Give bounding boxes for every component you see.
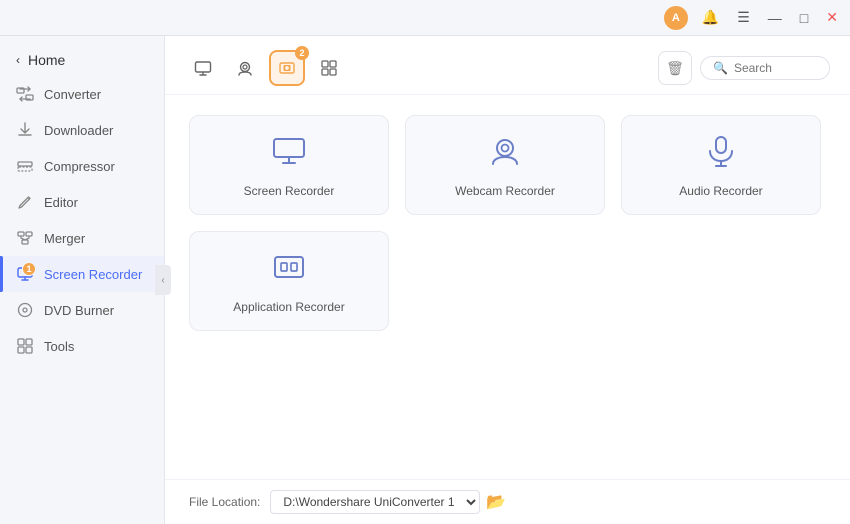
application-recorder-card-icon [271,249,307,292]
footer: File Location: D:\Wondershare UniConvert… [165,479,850,524]
audio-recorder-card-label: Audio Recorder [679,184,762,198]
sidebar-item-merger[interactable]: Merger [0,220,164,256]
menu-button[interactable]: ☰ [733,7,754,28]
card-screen-recorder[interactable]: Screen Recorder [189,115,389,215]
downloader-icon [16,121,34,139]
dvd-burner-icon [16,301,34,319]
sidebar-item-screen-recorder[interactable]: Screen Recorder 1 [0,256,164,292]
sidebar-item-converter[interactable]: Converter [0,76,164,112]
footer-path: D:\Wondershare UniConverter 1 📂 [270,490,506,514]
folder-open-button[interactable]: 📂 [486,492,506,512]
search-box: 🔍 [700,56,830,80]
cards-area: Screen Recorder Webcam Recorder Audio Reco… [165,95,850,479]
sidebar-item-tools[interactable]: Tools [0,328,164,364]
screen-recorder-card-label: Screen Recorder [244,184,335,198]
toolbar-grid-button[interactable] [311,50,347,86]
cards-row-2: Application Recorder [189,231,826,331]
sidebar-item-compressor[interactable]: Compressor [0,148,164,184]
sidebar-item-dvd-burner[interactable]: DVD Burner [0,292,164,328]
merger-icon [16,229,34,247]
cards-row-1: Screen Recorder Webcam Recorder Audio Reco… [189,115,826,215]
maximize-button[interactable]: □ [796,8,812,28]
path-select[interactable]: D:\Wondershare UniConverter 1 [270,490,480,514]
editor-icon [16,193,34,211]
sidebar-item-label: DVD Burner [44,303,114,318]
sidebar-item-label: Screen Recorder [44,267,142,282]
sidebar-item-label: Compressor [44,159,115,174]
audio-recorder-card-icon [703,133,739,176]
toolbar: 2 🗑 🔍 [165,36,850,95]
screen-recorder-card-icon [271,133,307,176]
tools-icon [16,337,34,355]
toolbar-tools: 2 [185,50,347,86]
sidebar: ‹ Home Converter Downloader Compressor Edit… [0,36,165,524]
sidebar-item-label: Downloader [44,123,113,138]
compressor-icon [16,157,34,175]
sidebar-item-label: Editor [44,195,78,210]
delete-button[interactable]: 🗑 [658,51,692,85]
sidebar-item-downloader[interactable]: Downloader [0,112,164,148]
toolbar-webcam-button[interactable] [227,50,263,86]
close-button[interactable]: ✕ [822,7,842,28]
sidebar-home[interactable]: ‹ Home [0,44,164,76]
sidebar-item-editor[interactable]: Editor [0,184,164,220]
chevron-left-icon: ‹ [16,53,20,67]
toolbar-tool-badge: 2 [295,46,309,60]
sidebar-item-label: Tools [44,339,74,354]
home-label: Home [28,52,65,68]
toolbar-app-recorder-button[interactable]: 2 [269,50,305,86]
sidebar-item-label: Merger [44,231,85,246]
file-location-label: File Location: [189,495,260,509]
minimize-button[interactable]: — [764,8,786,28]
sidebar-badge: 1 [22,262,36,276]
toolbar-screen-button[interactable] [185,50,221,86]
app-body: ‹ Home Converter Downloader Compressor Edit… [0,36,850,524]
webcam-recorder-card-icon [487,133,523,176]
title-bar: A 🔔 ☰ — □ ✕ [0,0,850,36]
search-input[interactable] [734,61,824,75]
notifications-button[interactable]: 🔔 [698,7,723,28]
converter-icon [16,85,34,103]
user-avatar-button[interactable]: A [664,6,688,30]
toolbar-right: 🗑 🔍 [658,51,830,85]
sidebar-item-label: Converter [44,87,101,102]
search-icon: 🔍 [713,61,728,75]
webcam-recorder-card-label: Webcam Recorder [455,184,555,198]
title-bar-controls: A 🔔 ☰ — □ ✕ [664,6,842,30]
application-recorder-card-label: Application Recorder [233,300,344,314]
card-audio-recorder[interactable]: Audio Recorder [621,115,821,215]
sidebar-collapse-button[interactable]: ‹ [155,265,171,295]
card-application-recorder[interactable]: Application Recorder [189,231,389,331]
main-content: 2 🗑 🔍 Screen Recorder Webcam Recorder Audi… [165,36,850,524]
card-webcam-recorder[interactable]: Webcam Recorder [405,115,605,215]
sidebar-items: Converter Downloader Compressor Editor Merge… [0,76,164,364]
